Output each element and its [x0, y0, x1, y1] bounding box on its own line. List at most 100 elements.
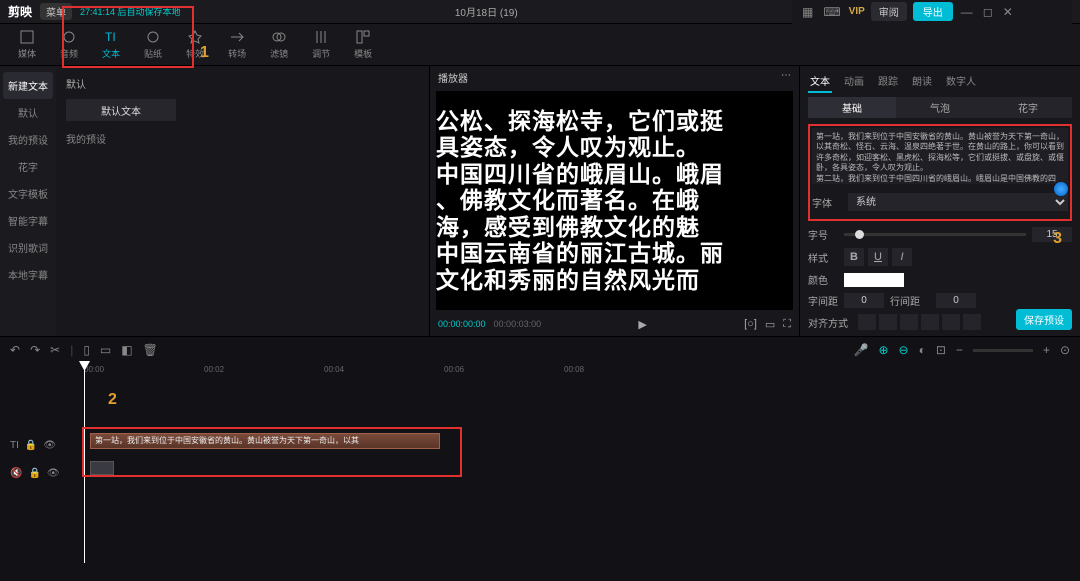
- align-bottom-button[interactable]: [963, 314, 981, 330]
- text-category-sidebar: 新建文本 默认 我的预设 花字 文字模板 智能字幕 识别歌词 本地字幕: [0, 66, 56, 336]
- sidebar-item-mypreset[interactable]: 我的预设: [0, 126, 56, 153]
- text-clip[interactable]: 第一站，我们来到位于中国安徽省的黄山。黄山被誉为天下第一奇山，以其: [90, 433, 440, 449]
- timeline-panel: ↶ ↷ ✂ | ▯ ▭ ◧ 🗑 🎤 ⊕ ⊖ ◐ ⊡ − + ⊙ 00:00 00…: [0, 336, 1080, 581]
- color-swatch[interactable]: [844, 273, 904, 287]
- font-label: 字体: [812, 195, 842, 210]
- text-library-panel: 新建文本 默认 我的预设 花字 文字模板 智能字幕 识别歌词 本地字幕 默认 默…: [0, 66, 430, 336]
- inspector-tab-track[interactable]: 跟踪: [876, 70, 900, 93]
- align-center-button[interactable]: [879, 314, 897, 330]
- bold-button[interactable]: B: [844, 248, 864, 266]
- size-slider[interactable]: [844, 233, 1026, 236]
- toggle-icon[interactable]: ⊕: [878, 343, 888, 357]
- inspector-tab-text[interactable]: 文本: [808, 70, 832, 93]
- tab-filter[interactable]: 滤镜: [260, 27, 298, 62]
- preview-text-line: 、佛教文化而著名。在峨: [436, 187, 793, 213]
- tab-media[interactable]: 媒体: [8, 27, 46, 62]
- annotation-label-3: 3: [1053, 230, 1062, 248]
- vip-badge[interactable]: VIP: [849, 6, 865, 17]
- align-right-button[interactable]: [900, 314, 918, 330]
- undo-icon[interactable]: ↶: [10, 343, 20, 357]
- toggle-icon[interactable]: ⊡: [936, 343, 946, 357]
- time-duration: 00:00:03:00: [494, 319, 542, 329]
- underline-button[interactable]: U: [868, 248, 888, 266]
- layout-icon[interactable]: ▦: [800, 5, 815, 19]
- color-label: 颜色: [808, 272, 838, 287]
- play-button[interactable]: ▶: [638, 318, 646, 331]
- my-preset-header: 我的预设: [66, 131, 419, 146]
- export-button[interactable]: 导出: [913, 2, 953, 21]
- preview-text-line: 中国云南省的丽江古城。丽: [436, 240, 793, 266]
- scale-icon[interactable]: ▭: [765, 318, 775, 331]
- player-panel: 播放器 ⋯ 公松、探海松寺，它们或挺 具姿态，令人叹为观止。 中国四川省的峨眉山…: [430, 66, 800, 336]
- italic-button[interactable]: I: [892, 248, 912, 266]
- text-content-input[interactable]: 第一站，我们来到位于中国安徽省的黄山。黄山被誉为天下第一奇山，以其奇松、怪石、云…: [812, 128, 1068, 184]
- mute-icon[interactable]: 🔇: [10, 468, 22, 479]
- sidebar-item-fancy[interactable]: 花字: [0, 153, 56, 180]
- default-text-preset[interactable]: 默认文本: [66, 99, 176, 121]
- size-value[interactable]: 15: [1032, 227, 1072, 242]
- tool-icon[interactable]: ▯: [83, 343, 90, 357]
- review-button[interactable]: 审阅: [871, 2, 907, 21]
- preview-text-line: 中国四川省的峨眉山。峨眉: [436, 161, 793, 187]
- spacing-label: 字间距: [808, 293, 838, 308]
- tool-icon[interactable]: ◧: [121, 343, 132, 357]
- sidebar-item-default[interactable]: 默认: [0, 99, 56, 126]
- track-label: TI: [10, 440, 19, 451]
- delete-icon[interactable]: 🗑: [143, 343, 158, 357]
- time-current: 00:00:00:00: [438, 319, 486, 329]
- tab-transition[interactable]: 转场: [218, 27, 256, 62]
- lock-icon[interactable]: 🔒: [28, 468, 40, 479]
- linespacing-label: 行间距: [890, 293, 930, 308]
- eye-icon[interactable]: 👁: [43, 440, 56, 451]
- sidebar-item-smart-caption[interactable]: 智能字幕: [0, 207, 56, 234]
- spacing-value[interactable]: 0: [844, 293, 884, 308]
- linespacing-value[interactable]: 0: [936, 293, 976, 308]
- sidebar-item-new-text[interactable]: 新建文本: [3, 72, 53, 99]
- redo-icon[interactable]: ↷: [30, 343, 40, 357]
- subtab-bubble[interactable]: 气泡: [896, 97, 984, 118]
- save-preset-button[interactable]: 保存预设: [1016, 309, 1072, 330]
- sidebar-item-template[interactable]: 文字模板: [0, 180, 56, 207]
- align-middle-button[interactable]: [942, 314, 960, 330]
- font-select[interactable]: 系统: [848, 193, 1068, 211]
- lock-icon[interactable]: 🔒: [25, 440, 37, 451]
- zoom-out-icon[interactable]: −: [956, 343, 963, 357]
- zoom-slider[interactable]: [973, 349, 1033, 352]
- sidebar-item-lyrics[interactable]: 识别歌词: [0, 234, 56, 261]
- video-clip[interactable]: [90, 461, 114, 475]
- mic-icon[interactable]: 🎤: [854, 343, 869, 357]
- annotation-box-1: [62, 6, 194, 68]
- zoom-fit-icon[interactable]: ⊙: [1060, 343, 1070, 357]
- tab-template[interactable]: 模板: [344, 27, 382, 62]
- preview-text-line: 海，感受到佛教文化的魅: [436, 214, 793, 240]
- align-left-button[interactable]: [858, 314, 876, 330]
- subtab-basic[interactable]: 基础: [808, 97, 896, 118]
- ratio-icon[interactable]: [○]: [744, 318, 757, 330]
- close-icon[interactable]: ✕: [1001, 5, 1015, 19]
- preview-text-line: 公松、探海松寺，它们或挺: [436, 108, 793, 134]
- ai-icon[interactable]: [1054, 182, 1068, 196]
- toggle-icon[interactable]: ⊖: [899, 343, 909, 357]
- time-ruler[interactable]: 00:00 00:02 00:04 00:06 00:08: [84, 363, 1080, 381]
- split-icon[interactable]: ✂: [50, 343, 60, 357]
- inspector-tab-avatar[interactable]: 数字人: [944, 70, 978, 93]
- toggle-icon[interactable]: ◐: [919, 343, 926, 357]
- shortcut-icon[interactable]: ⌨: [821, 5, 842, 19]
- preview-text-line: 文化和秀丽的自然风光而: [436, 267, 793, 293]
- player-title: 播放器: [438, 70, 468, 85]
- inspector-tab-read[interactable]: 朗读: [910, 70, 934, 93]
- video-canvas[interactable]: 公松、探海松寺，它们或挺 具姿态，令人叹为观止。 中国四川省的峨眉山。峨眉 、佛…: [436, 91, 793, 310]
- minimize-icon[interactable]: —: [959, 5, 975, 19]
- player-menu-icon[interactable]: ⋯: [781, 70, 791, 85]
- fullscreen-icon[interactable]: ⛶: [783, 318, 791, 331]
- eye-icon[interactable]: 👁: [47, 468, 60, 479]
- tab-adjust[interactable]: 调节: [302, 27, 340, 62]
- tool-icon[interactable]: ▭: [100, 343, 111, 357]
- subtab-fancy[interactable]: 花字: [984, 97, 1072, 118]
- align-top-button[interactable]: [921, 314, 939, 330]
- inspector-tab-anim[interactable]: 动画: [842, 70, 866, 93]
- maximize-icon[interactable]: ◻: [981, 5, 995, 19]
- zoom-in-icon[interactable]: +: [1043, 343, 1050, 357]
- section-header: 默认: [66, 76, 419, 91]
- sidebar-item-local-caption[interactable]: 本地字幕: [0, 261, 56, 288]
